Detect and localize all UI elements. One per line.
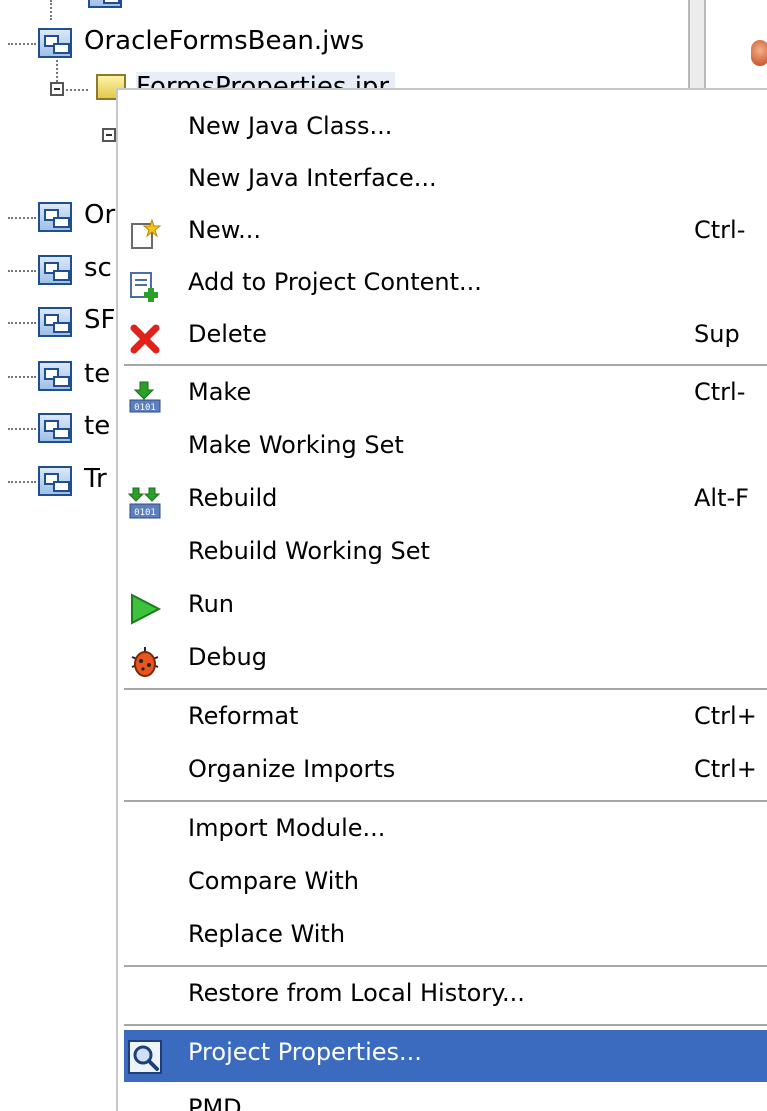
- menu-item-compare-with[interactable]: Compare With: [124, 859, 767, 911]
- rebuild-icon: 0101: [128, 487, 161, 519]
- menu-separator: [124, 364, 767, 366]
- menu-item-label: New Java Interface...: [188, 164, 437, 192]
- project-properties-icon: [128, 1040, 162, 1074]
- menu-separator: [124, 800, 767, 802]
- menu-item-label: New...: [188, 216, 262, 244]
- tree-item[interactable]: Tr: [84, 464, 107, 494]
- menu-separator: [124, 1024, 767, 1026]
- tree-item[interactable]: sc: [84, 253, 112, 283]
- tree-connector: [8, 217, 36, 219]
- menu-item-import-module[interactable]: Import Module...: [124, 806, 767, 858]
- menu-item-label: Reformat: [188, 702, 299, 730]
- menu-separator: [124, 688, 767, 690]
- menu-item-label: Compare With: [188, 867, 359, 895]
- tree-connector: [50, 0, 52, 20]
- tree-item-oracleformsbean[interactable]: OracleFormsBean.jws: [84, 26, 364, 56]
- svg-text:0101: 0101: [134, 403, 156, 413]
- menu-item-label: PMD: [188, 1094, 242, 1111]
- tree-item[interactable]: SF: [84, 305, 115, 335]
- menu-item-pmd[interactable]: PMD: [124, 1086, 767, 1111]
- vertical-scrollbar[interactable]: [688, 0, 706, 95]
- context-menu: New Java Class... New Java Interface... …: [116, 88, 767, 1111]
- collapse-toggle-icon[interactable]: [102, 128, 116, 142]
- workspace-icon: [38, 255, 72, 285]
- menu-item-debug[interactable]: Debug: [124, 635, 767, 687]
- menu-item-rebuild[interactable]: 0101 Rebuild Alt-F: [124, 476, 767, 528]
- menu-item-restore-from-local-history[interactable]: Restore from Local History...: [124, 971, 767, 1023]
- menu-item-delete[interactable]: Delete Sup: [124, 312, 767, 364]
- menu-item-new-java-class[interactable]: New Java Class...: [124, 104, 767, 156]
- menu-item-label: Rebuild Working Set: [188, 537, 430, 565]
- tree-connector: [66, 89, 88, 91]
- tree-connector: [8, 322, 36, 324]
- workspace-icon: [38, 361, 72, 391]
- workspace-icon: [38, 307, 72, 337]
- menu-item-accelerator: Ctrl-: [694, 378, 746, 406]
- menu-item-label: Replace With: [188, 920, 346, 948]
- menu-item-new[interactable]: New... Ctrl-: [124, 208, 767, 260]
- tree-item[interactable]: Or: [84, 200, 115, 230]
- menu-item-accelerator: Ctrl+: [694, 755, 757, 783]
- menu-item-replace-with[interactable]: Replace With: [124, 912, 767, 964]
- menu-item-label: Restore from Local History...: [188, 979, 525, 1007]
- menu-item-label: Make Working Set: [188, 431, 404, 459]
- new-icon: [131, 218, 162, 249]
- menu-item-label: Organize Imports: [188, 755, 396, 783]
- menu-item-reformat[interactable]: Reformat Ctrl+: [124, 694, 767, 746]
- workspace-icon: [38, 28, 72, 58]
- menu-item-make[interactable]: 0101 Make Ctrl-: [124, 370, 767, 422]
- debug-icon: [131, 647, 159, 677]
- tree-item[interactable]: te: [84, 359, 110, 389]
- menu-item-organize-imports[interactable]: Organize Imports Ctrl+: [124, 747, 767, 799]
- menu-item-make-working-set[interactable]: Make Working Set: [124, 423, 767, 475]
- menu-item-new-java-interface[interactable]: New Java Interface...: [124, 156, 767, 208]
- menu-item-project-properties[interactable]: Project Properties...: [124, 1030, 767, 1082]
- menu-item-label: Project Properties...: [188, 1038, 422, 1066]
- menu-item-label: Import Module...: [188, 814, 386, 842]
- add-content-icon: [130, 272, 158, 302]
- menu-item-label: Delete: [188, 320, 267, 348]
- debug-toolbar-icon[interactable]: [751, 40, 767, 66]
- menu-item-label: Run: [188, 590, 235, 618]
- menu-item-label: Make: [188, 378, 252, 406]
- make-icon: 0101: [129, 381, 161, 413]
- tree-connector: [8, 270, 36, 272]
- menu-item-label: Debug: [188, 643, 267, 671]
- menu-item-accelerator: Ctrl+: [694, 702, 757, 730]
- workspace-icon: [38, 202, 72, 232]
- menu-item-accelerator: Ctrl-: [694, 216, 746, 244]
- menu-item-accelerator: Sup: [694, 320, 740, 348]
- menu-item-accelerator: Alt-F: [694, 484, 749, 512]
- menu-item-label: New Java Class...: [188, 112, 393, 140]
- svg-text:0101: 0101: [134, 508, 156, 518]
- workspace-icon: [38, 466, 72, 496]
- tree-connector: [8, 376, 36, 378]
- run-icon: [131, 593, 162, 625]
- delete-icon: [130, 324, 160, 354]
- workspace-icon: [38, 413, 72, 443]
- tree-connector: [8, 43, 36, 45]
- tree-connector: [8, 481, 36, 483]
- menu-separator: [124, 965, 767, 967]
- tree-connector: [8, 428, 36, 430]
- collapse-toggle-icon[interactable]: [50, 82, 64, 96]
- workspace-icon: [88, 0, 122, 8]
- menu-item-add-to-project-content[interactable]: Add to Project Content...: [124, 260, 767, 312]
- menu-item-rebuild-working-set[interactable]: Rebuild Working Set: [124, 529, 767, 581]
- menu-item-run[interactable]: Run: [124, 582, 767, 634]
- tree-item[interactable]: te: [84, 411, 110, 441]
- menu-item-label: Rebuild: [188, 484, 278, 512]
- menu-item-label: Add to Project Content...: [188, 268, 482, 296]
